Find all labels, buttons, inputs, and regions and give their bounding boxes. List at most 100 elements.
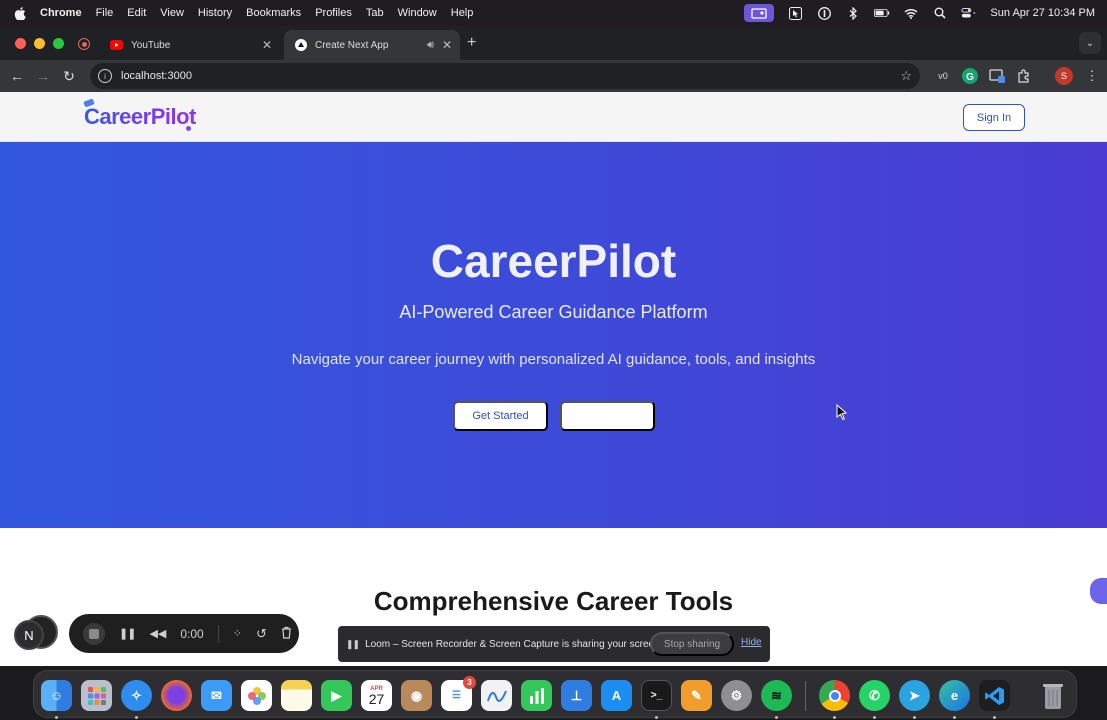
stop-sharing-button[interactable]: Stop sharing bbox=[650, 632, 734, 656]
tab-youtube[interactable]: YouTube ✕ bbox=[100, 30, 280, 60]
loom-rewind-icon[interactable]: ◀◀ bbox=[149, 627, 166, 640]
reload-button[interactable]: ↻ bbox=[56, 63, 82, 89]
screen-share-notification: ❚❚ Loom – Screen Recorder & Screen Captu… bbox=[338, 626, 770, 662]
get-started-button[interactable]: Get Started bbox=[453, 401, 548, 431]
edge-icon[interactable]: e bbox=[939, 680, 970, 711]
menu-help[interactable]: Help bbox=[451, 7, 474, 19]
mail-icon[interactable]: ✉ bbox=[201, 680, 232, 711]
pages-icon[interactable]: ✎ bbox=[681, 680, 712, 711]
forward-button[interactable]: → bbox=[30, 63, 56, 89]
loom-restart-icon[interactable]: ↺ bbox=[256, 626, 267, 642]
secondary-cta-button[interactable] bbox=[560, 401, 655, 431]
running-indicator bbox=[833, 716, 836, 719]
menu-edit[interactable]: Edit bbox=[127, 7, 146, 19]
chrome-menu-icon[interactable]: ⋮ bbox=[1083, 67, 1101, 85]
firefox-icon[interactable] bbox=[161, 680, 192, 711]
loom-timer: 0:00 bbox=[180, 626, 204, 641]
sign-in-button[interactable]: Sign In bbox=[963, 104, 1025, 131]
dock-divider bbox=[805, 681, 806, 711]
contacts-icon[interactable]: ◉ bbox=[401, 680, 432, 711]
running-indicator bbox=[993, 716, 996, 719]
grammarly-extension-icon[interactable]: G bbox=[961, 67, 979, 85]
facetime-icon[interactable]: ▶ bbox=[321, 680, 352, 711]
reminders-icon[interactable]: ☰ 3 bbox=[441, 676, 476, 711]
loom-avatar[interactable]: N bbox=[14, 620, 44, 650]
close-window-button[interactable] bbox=[15, 38, 26, 49]
close-tab-icon[interactable]: ✕ bbox=[442, 38, 452, 52]
zoom-window-button[interactable] bbox=[53, 38, 64, 49]
numbers-icon[interactable] bbox=[521, 680, 552, 711]
section-title: Comprehensive Career Tools bbox=[373, 586, 734, 616]
photos-icon[interactable] bbox=[241, 680, 272, 711]
close-tab-icon[interactable]: ✕ bbox=[262, 38, 272, 52]
address-bar[interactable]: i localhost:3000 ☆ bbox=[90, 63, 920, 89]
freeform-icon[interactable] bbox=[481, 680, 512, 711]
v0-extension-icon[interactable]: v0 bbox=[934, 67, 952, 85]
screen-mirroring-icon[interactable] bbox=[744, 4, 775, 22]
whatsapp-icon[interactable]: ✆ bbox=[859, 680, 890, 711]
vscode-icon[interactable] bbox=[979, 680, 1010, 711]
chrome-icon[interactable] bbox=[819, 680, 850, 711]
nextjs-icon bbox=[294, 39, 307, 52]
url-text[interactable]: localhost:3000 bbox=[121, 70, 192, 82]
keynote-icon[interactable]: ⊥ bbox=[561, 680, 592, 711]
minimize-window-button[interactable] bbox=[34, 38, 45, 49]
control-center-icon[interactable] bbox=[961, 6, 977, 20]
loom-pause-icon[interactable]: ❚❚ bbox=[119, 627, 136, 640]
bluetooth-icon[interactable] bbox=[845, 6, 861, 20]
finder-icon[interactable]: ☺ bbox=[41, 680, 72, 711]
menu-app-name[interactable]: Chrome bbox=[40, 7, 82, 19]
system-settings-icon[interactable]: ⚙ bbox=[721, 680, 752, 711]
app-store-icon[interactable]: A bbox=[601, 680, 632, 711]
hero-description: Navigate your career journey with person… bbox=[291, 351, 816, 368]
one-password-icon[interactable] bbox=[816, 6, 832, 20]
window-extension-icon[interactable] bbox=[988, 67, 1006, 85]
loom-trash-icon[interactable] bbox=[281, 626, 292, 642]
web-page: CareerPilot Sign In CareerPilot AI-Power… bbox=[0, 92, 1107, 666]
loom-stop-button[interactable] bbox=[83, 622, 105, 645]
site-info-icon[interactable]: i bbox=[98, 69, 112, 83]
loom-grid-icon[interactable]: ⁘ bbox=[233, 627, 242, 640]
menu-window[interactable]: Window bbox=[398, 7, 437, 19]
tab-create-next-app[interactable]: Create Next App 🔊︎ ✕ bbox=[284, 30, 460, 60]
puzzle-extensions-icon[interactable] bbox=[1015, 67, 1033, 85]
new-tab-button[interactable]: + bbox=[467, 34, 476, 52]
tab-search-button[interactable]: ⌄ bbox=[1079, 32, 1101, 54]
menu-tab[interactable]: Tab bbox=[366, 7, 384, 19]
hero-subtitle: AI-Powered Career Guidance Platform bbox=[399, 302, 708, 322]
search-icon[interactable] bbox=[932, 6, 948, 20]
apple-icon[interactable] bbox=[14, 6, 26, 20]
menu-view[interactable]: View bbox=[160, 7, 184, 19]
launchpad-icon[interactable] bbox=[81, 680, 112, 711]
menu-profiles[interactable]: Profiles bbox=[315, 7, 352, 19]
calendar-day: 27 bbox=[368, 690, 385, 707]
site-header: CareerPilot Sign In bbox=[0, 92, 1107, 142]
telegram-icon[interactable]: ➤ bbox=[899, 680, 930, 711]
running-indicator bbox=[873, 716, 876, 719]
calendar-icon[interactable]: APR 27 bbox=[361, 680, 392, 711]
battery-icon[interactable] bbox=[874, 6, 890, 20]
bookmark-star-icon[interactable]: ☆ bbox=[900, 68, 912, 84]
running-indicator bbox=[655, 716, 658, 719]
profile-avatar[interactable]: S bbox=[1055, 67, 1073, 85]
terminal-icon[interactable]: >_ bbox=[641, 680, 672, 711]
tab-audio-icon[interactable]: 🔊︎ bbox=[427, 39, 434, 52]
notes-icon[interactable] bbox=[281, 680, 312, 711]
tab-title: Create Next App bbox=[315, 39, 389, 51]
spotify-icon[interactable]: ≋ bbox=[761, 680, 792, 711]
menu-file[interactable]: File bbox=[96, 7, 114, 19]
recording-indicator-icon bbox=[78, 38, 90, 50]
hide-notification-link[interactable]: Hide bbox=[741, 637, 762, 648]
back-button[interactable]: ← bbox=[4, 63, 30, 89]
menu-bookmarks[interactable]: Bookmarks bbox=[246, 7, 301, 19]
trash-icon[interactable] bbox=[1037, 680, 1068, 711]
menu-history[interactable]: History bbox=[198, 7, 232, 19]
menubar-clock[interactable]: Sun Apr 27 10:34 PM bbox=[990, 7, 1095, 19]
youtube-icon bbox=[110, 39, 123, 52]
chat-widget-icon[interactable] bbox=[1090, 578, 1107, 604]
wifi-icon[interactable] bbox=[903, 6, 919, 20]
tab-title: YouTube bbox=[131, 39, 171, 51]
site-logo[interactable]: CareerPilot bbox=[84, 104, 196, 130]
safari-icon[interactable]: ✧ bbox=[121, 680, 152, 711]
cursor-tool-icon[interactable] bbox=[787, 6, 803, 20]
